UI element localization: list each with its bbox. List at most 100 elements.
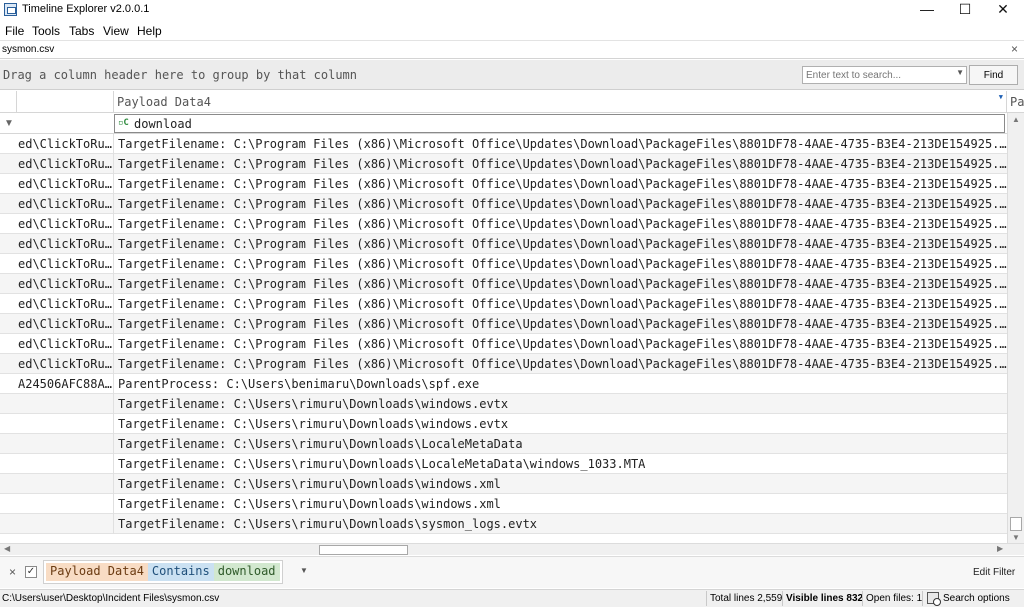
table-row[interactable]: ed\ClickToRun...TargetFilename: C:\Progr… <box>0 334 1007 354</box>
cell-previous-column[interactable]: ed\ClickToRun... <box>17 294 114 314</box>
column-filter-icon[interactable]: ▼ <box>999 93 1003 101</box>
row-indicator[interactable] <box>0 354 17 374</box>
menu-tabs[interactable]: Tabs <box>69 24 94 38</box>
cell-previous-column[interactable] <box>17 414 114 434</box>
column-header-next[interactable]: Pa <box>1007 91 1024 113</box>
row-indicator[interactable] <box>0 394 17 414</box>
cell-payload-data4[interactable]: TargetFilename: C:\Program Files (x86)\M… <box>114 234 1007 254</box>
cell-payload-data4[interactable]: TargetFilename: C:\Users\rimuru\Download… <box>114 394 1007 414</box>
menu-tools[interactable]: Tools <box>32 24 60 38</box>
cell-previous-column[interactable]: ed\ClickToRun... <box>17 214 114 234</box>
cell-payload-data4[interactable]: TargetFilename: C:\Program Files (x86)\M… <box>114 334 1007 354</box>
contains-operator-icon[interactable]: ▫C <box>118 118 129 128</box>
row-indicator[interactable] <box>0 454 17 474</box>
horizontal-scroll-thumb[interactable] <box>319 545 408 555</box>
table-row[interactable]: TargetFilename: C:\Users\rimuru\Download… <box>0 514 1007 534</box>
cell-previous-column[interactable]: ed\ClickToRun... <box>17 234 114 254</box>
find-button[interactable]: Find <box>969 65 1018 85</box>
table-row[interactable]: ed\ClickToRun...TargetFilename: C:\Progr… <box>0 194 1007 214</box>
cell-previous-column[interactable]: ed\ClickToRun... <box>17 134 114 154</box>
search-box[interactable]: ▼ <box>802 66 967 84</box>
row-indicator[interactable] <box>0 514 17 534</box>
cell-previous-column[interactable] <box>17 474 114 494</box>
cell-payload-data4[interactable]: TargetFilename: C:\Program Files (x86)\M… <box>114 314 1007 334</box>
cell-payload-data4[interactable]: TargetFilename: C:\Users\rimuru\Download… <box>114 434 1007 454</box>
cell-payload-data4[interactable]: TargetFilename: C:\Users\rimuru\Download… <box>114 494 1007 514</box>
table-row[interactable]: ed\ClickToRun...TargetFilename: C:\Progr… <box>0 134 1007 154</box>
row-indicator[interactable] <box>0 174 17 194</box>
row-indicator[interactable] <box>0 434 17 454</box>
table-row[interactable]: ed\ClickToRun...TargetFilename: C:\Progr… <box>0 294 1007 314</box>
row-indicator[interactable] <box>0 194 17 214</box>
row-indicator[interactable] <box>0 254 17 274</box>
cell-payload-data4[interactable]: ParentProcess: C:\Users\benimaru\Downloa… <box>114 374 1007 394</box>
row-indicator[interactable] <box>0 474 17 494</box>
table-row[interactable]: TargetFilename: C:\Users\rimuru\Download… <box>0 394 1007 414</box>
cell-payload-data4[interactable]: TargetFilename: C:\Program Files (x86)\M… <box>114 214 1007 234</box>
vertical-scrollbar[interactable]: ▲ ▼ <box>1007 113 1024 544</box>
filter-operator-token[interactable]: Contains <box>147 563 214 581</box>
filter-value-token[interactable]: download <box>213 563 280 581</box>
payload-filter-cell[interactable]: ▫C download <box>114 114 1005 133</box>
cell-payload-data4[interactable]: TargetFilename: C:\Program Files (x86)\M… <box>114 154 1007 174</box>
cell-previous-column[interactable] <box>17 394 114 414</box>
search-input[interactable] <box>803 67 953 83</box>
cell-payload-data4[interactable]: TargetFilename: C:\Program Files (x86)\M… <box>114 174 1007 194</box>
filter-expression[interactable]: Payload Data4 Contains download <box>43 560 283 584</box>
row-indicator[interactable] <box>0 334 17 354</box>
row-indicator[interactable] <box>0 494 17 514</box>
cell-previous-column[interactable]: ed\ClickToRun... <box>17 174 114 194</box>
cell-previous-column[interactable]: ed\ClickToRun... <box>17 254 114 274</box>
filter-field-token[interactable]: Payload Data4 <box>46 563 148 581</box>
cell-previous-column[interactable]: ed\ClickToRun... <box>17 194 114 214</box>
cell-payload-data4[interactable]: TargetFilename: C:\Users\rimuru\Download… <box>114 474 1007 494</box>
cell-payload-data4[interactable]: TargetFilename: C:\Program Files (x86)\M… <box>114 354 1007 374</box>
cell-previous-column[interactable] <box>17 514 114 534</box>
column-header-previous[interactable] <box>17 91 114 113</box>
row-indicator[interactable] <box>0 234 17 254</box>
cell-payload-data4[interactable]: TargetFilename: C:\Program Files (x86)\M… <box>114 194 1007 214</box>
table-row[interactable]: ed\ClickToRun...TargetFilename: C:\Progr… <box>0 254 1007 274</box>
cell-previous-column[interactable] <box>17 434 114 454</box>
clear-filter-icon[interactable]: × <box>9 565 16 579</box>
row-indicator[interactable] <box>0 154 17 174</box>
cell-previous-column[interactable] <box>17 454 114 474</box>
row-indicator[interactable] <box>0 294 17 314</box>
minimize-button[interactable]: — <box>908 0 946 20</box>
scroll-right-icon[interactable]: ▶ <box>997 544 1003 553</box>
horizontal-scrollbar[interactable]: ◀ ▶ <box>0 543 1024 555</box>
table-row[interactable]: TargetFilename: C:\Users\rimuru\Download… <box>0 414 1007 434</box>
filter-history-dropdown-icon[interactable]: ▼ <box>300 566 308 575</box>
vertical-scroll-thumb[interactable] <box>1010 517 1022 531</box>
cell-previous-column[interactable]: ed\ClickToRun... <box>17 154 114 174</box>
close-button[interactable]: ✕ <box>984 0 1022 20</box>
table-row[interactable]: ed\ClickToRun...TargetFilename: C:\Progr… <box>0 354 1007 374</box>
tab-close-icon[interactable]: × <box>1011 42 1018 56</box>
cell-previous-column[interactable]: A24506AFC88A... <box>17 374 114 394</box>
cell-previous-column[interactable]: ed\ClickToRun... <box>17 334 114 354</box>
column-header-payload-data4[interactable]: Payload Data4 ▼ <box>114 91 1007 113</box>
cell-payload-data4[interactable]: TargetFilename: C:\Users\rimuru\Download… <box>114 454 1007 474</box>
menu-file[interactable]: File <box>5 24 24 38</box>
cell-previous-column[interactable]: ed\ClickToRun... <box>17 314 114 334</box>
filter-enabled-checkbox[interactable]: ✓ <box>25 566 37 578</box>
cell-payload-data4[interactable]: TargetFilename: C:\Users\rimuru\Download… <box>114 414 1007 434</box>
scroll-left-icon[interactable]: ◀ <box>4 544 10 553</box>
table-row[interactable]: ed\ClickToRun...TargetFilename: C:\Progr… <box>0 174 1007 194</box>
row-indicator[interactable] <box>0 374 17 394</box>
search-options-icon[interactable] <box>927 592 941 606</box>
menu-view[interactable]: View <box>103 24 129 38</box>
edit-filter-button[interactable]: Edit Filter <box>973 567 1015 578</box>
search-options-button[interactable]: Search options <box>943 593 1010 604</box>
row-indicator[interactable] <box>0 274 17 294</box>
table-row[interactable]: TargetFilename: C:\Users\rimuru\Download… <box>0 474 1007 494</box>
menu-help[interactable]: Help <box>137 24 162 38</box>
filter-value[interactable]: download <box>134 117 192 131</box>
cell-payload-data4[interactable]: TargetFilename: C:\Users\rimuru\Download… <box>114 514 1007 534</box>
cell-previous-column[interactable] <box>17 494 114 514</box>
cell-previous-column[interactable]: ed\ClickToRun... <box>17 354 114 374</box>
tab-sysmon-csv[interactable]: sysmon.csv <box>2 44 54 55</box>
scroll-up-icon[interactable]: ▲ <box>1012 115 1020 124</box>
row-indicator[interactable] <box>0 314 17 334</box>
maximize-button[interactable]: ☐ <box>946 0 984 20</box>
